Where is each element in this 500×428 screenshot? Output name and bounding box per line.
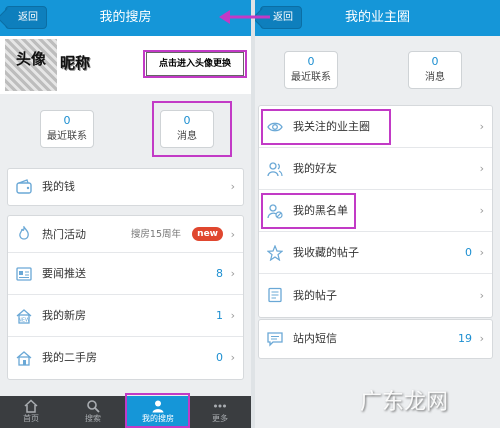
bottom-navigation: 首页 搜索 我的搜房 更多 [0,396,251,428]
recent-contacts-label: 最近联系 [291,72,331,83]
recent-contacts-count: 0 [63,114,71,127]
change-avatar-button[interactable]: 点击进入头像更换 [146,52,244,76]
messages-count: 0 [431,55,439,68]
avatar[interactable]: 头像 [5,39,57,91]
eye-icon [267,122,283,132]
stats-row: 0 最近联系 0 消息 [0,98,251,162]
list-item-hot-events[interactable]: 热门活动 搜房15周年 new › [8,216,243,253]
house-icon [16,351,32,366]
my-posts-label: 我的帖子 [293,289,337,302]
list-item-site-messages[interactable]: 站内短信 19 › [259,320,492,358]
list-item-news-push[interactable]: 要闻推送 8 › [8,253,243,295]
chevron-right-icon: › [479,120,484,133]
messages-button[interactable]: 0 消息 [408,51,462,89]
owner-circle-screen: 返回 我的业主圈 0 最近联系 0 消息 我关注的业主圈 › 我的好友 › 我的… [255,0,500,428]
nav-more[interactable]: 更多 [189,396,251,428]
recent-contacts-count: 0 [307,55,315,68]
chevron-right-icon: › [230,351,235,364]
nickname: 昵称 [60,54,91,72]
site-messages-count: 19 [458,332,472,345]
user-icon [152,400,164,413]
list-item-friends[interactable]: 我的好友 › [259,148,492,190]
chevron-right-icon: › [479,162,484,175]
list-item-my-posts[interactable]: 我的帖子 › [259,274,492,317]
hot-events-subtitle: 搜房15周年 [130,229,181,240]
wallet-label: 我的钱 [42,180,75,193]
nav-more-label: 更多 [212,414,228,423]
search-icon [87,400,100,413]
new-badge: new [192,227,223,241]
friends-label: 我的好友 [293,162,337,175]
hot-events-label: 热门活动 [42,228,86,241]
owner-circle-group: 我关注的业主圈 › 我的好友 › 我的黑名单 › 我收藏的帖子 0 › 我的帖子… [258,105,493,318]
new-house-icon: NEW [16,309,32,324]
wallet-group: 我的钱 › [7,168,244,206]
new-house-label: 我的新房 [42,309,86,322]
list-item-followed-circles[interactable]: 我关注的业主圈 › [259,106,492,148]
nav-my-soufun-label: 我的搜房 [142,414,174,423]
news-icon [16,267,32,281]
second-hand-count: 0 [216,351,223,364]
page-title: 我的搜房 [99,10,152,25]
list-item-second-hand[interactable]: 我的二手房 0 › [8,337,243,379]
nav-search[interactable]: 搜索 [62,396,124,428]
chevron-right-icon: › [479,246,484,259]
nav-home-label: 首页 [23,414,39,423]
chevron-right-icon: › [479,289,484,302]
second-hand-label: 我的二手房 [42,351,97,364]
list-item-favorite-posts[interactable]: 我收藏的帖子 0 › [259,232,492,274]
svg-text:NEW: NEW [18,318,30,324]
star-icon [267,245,283,261]
blacklist-label: 我的黑名单 [293,204,348,217]
list-item-blacklist[interactable]: 我的黑名单 › [259,190,492,232]
stats-row: 0 最近联系 0 消息 [255,40,500,104]
messages-count: 0 [183,114,191,127]
more-icon [214,404,226,408]
favorite-posts-label: 我收藏的帖子 [293,246,359,259]
wallet-icon [16,179,32,194]
followed-circles-label: 我关注的业主圈 [293,120,370,133]
arrow-left-icon [219,10,270,24]
chevron-right-icon: › [230,180,235,193]
left-header: 返回 我的搜房 [0,0,251,36]
news-push-label: 要闻推送 [42,267,86,280]
chevron-right-icon: › [230,228,235,241]
nav-search-label: 搜索 [85,414,101,423]
recent-contacts-label: 最近联系 [47,131,87,142]
nav-home[interactable]: 首页 [0,396,62,428]
friends-icon [267,162,283,177]
chevron-right-icon: › [479,204,484,217]
post-icon [268,287,282,303]
fire-icon [19,226,29,240]
chevron-right-icon: › [479,332,484,345]
page-title: 我的业主圈 [344,10,410,25]
site-messages-label: 站内短信 [293,332,337,345]
news-push-count: 8 [216,267,223,280]
favorite-posts-count: 0 [465,246,472,259]
recent-contacts-button[interactable]: 0 最近联系 [284,51,338,89]
recent-contacts-button[interactable]: 0 最近联系 [40,110,94,148]
blacklist-icon [267,204,283,219]
messages-label: 消息 [425,72,445,83]
list-item-new-house[interactable]: NEW 我的新房 1 › [8,295,243,337]
feature-group: 热门活动 搜房15周年 new › 要闻推送 8 › NEW 我的新房 1 › … [7,215,244,380]
message-icon [267,332,283,347]
messages-group: 站内短信 19 › [258,319,493,359]
messages-button[interactable]: 0 消息 [160,110,214,148]
chevron-right-icon: › [230,267,235,280]
nav-my-soufun[interactable]: 我的搜房 [127,396,189,428]
my-soufun-screen: 返回 我的搜房 头像 昵称 点击进入头像更换 0 最近联系 0 消息 我的钱 ›… [0,0,251,428]
watermark: 广东龙网 [360,390,449,415]
new-house-count: 1 [216,309,223,322]
home-icon [24,399,38,413]
messages-label: 消息 [177,131,197,142]
list-item-wallet[interactable]: 我的钱 › [8,169,243,205]
right-header: 返回 我的业主圈 [255,0,500,36]
chevron-right-icon: › [230,309,235,322]
